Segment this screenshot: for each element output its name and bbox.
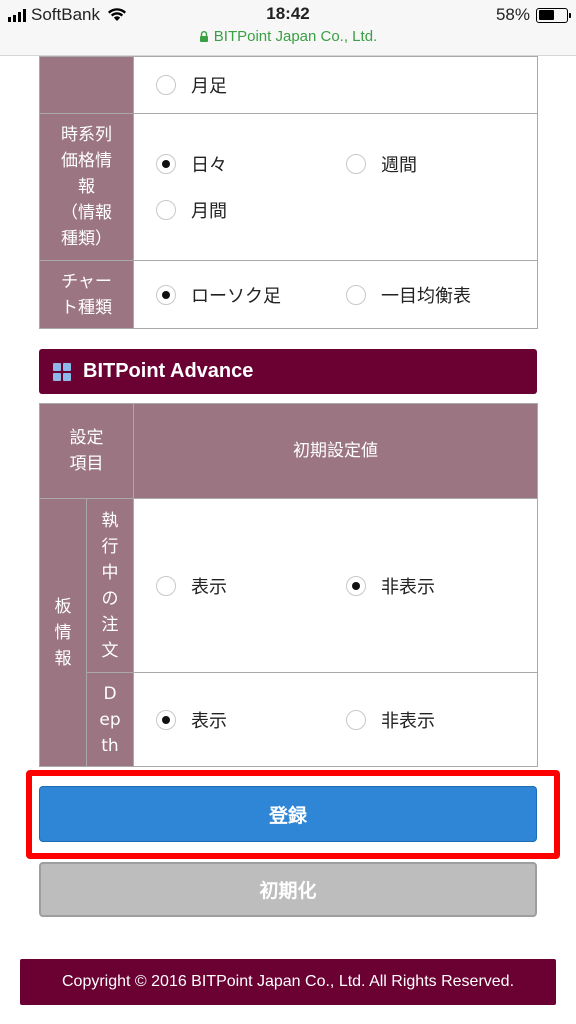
radio-option[interactable]: 非表示 bbox=[346, 563, 536, 609]
column-header-value-label: 初期設定値 bbox=[293, 441, 378, 461]
section-title: BITPoint Advance bbox=[83, 360, 254, 382]
battery-icon bbox=[536, 7, 571, 23]
radio-option[interactable]: 週間 bbox=[346, 141, 536, 187]
url-text: BITPoint Japan Co., Ltd. bbox=[213, 28, 378, 45]
radio-button-selected[interactable] bbox=[156, 284, 176, 305]
radio-label: 表示 bbox=[191, 576, 227, 598]
reset-button[interactable]: 初期化 bbox=[39, 862, 537, 917]
radio-label: 非表示 bbox=[381, 576, 435, 598]
group-header-label: 板 情 報 bbox=[54, 596, 72, 669]
column-header-item-label: 設定 項目 bbox=[69, 428, 104, 474]
column-header-item: 設定 項目 bbox=[39, 403, 134, 499]
radio-group: ローソク足 一目均衡表 bbox=[134, 272, 537, 318]
lock-icon bbox=[199, 31, 208, 42]
table-row: 板 情 報 執 行 中 の 注 文 表示 非表示 bbox=[39, 498, 538, 767]
row-header-label: 執 行 中 の 注 文 bbox=[101, 510, 119, 661]
row-header: 時系列 価格情 報 （情報 種類） bbox=[39, 113, 134, 261]
radio-label: 週間 bbox=[381, 155, 417, 176]
radio-label: ローソク足 bbox=[191, 285, 281, 307]
table-row: 月足 bbox=[39, 56, 538, 114]
radio-button[interactable] bbox=[156, 200, 176, 220]
radio-button-selected[interactable] bbox=[346, 575, 366, 596]
grid-icon bbox=[53, 362, 71, 381]
radio-option[interactable]: 一目均衡表 bbox=[346, 272, 536, 318]
battery-fill bbox=[538, 10, 555, 20]
radio-group: 表示 非表示 bbox=[134, 563, 537, 609]
register-button-label: 登録 bbox=[268, 804, 307, 827]
address-bar[interactable]: BITPoint Japan Co., Ltd. bbox=[0, 28, 576, 45]
row-options: 表示 非表示 bbox=[133, 498, 538, 673]
row-header-label: 時系列 価格情 報 （情報 種類） bbox=[61, 125, 112, 249]
radio-label: 月間 bbox=[191, 201, 227, 222]
row-header: 執 行 中 の 注 文 bbox=[86, 498, 134, 673]
clock: 18:42 bbox=[266, 4, 310, 23]
footer: Copyright © 2016 BITPoint Japan Co., Ltd… bbox=[20, 959, 556, 1005]
radio-group: 日々 週間 月間 bbox=[134, 141, 537, 233]
radio-button[interactable] bbox=[346, 709, 366, 730]
table-row: D ep th 表示 非表示 bbox=[40, 672, 538, 767]
radio-button[interactable] bbox=[346, 154, 366, 174]
reset-button-label: 初期化 bbox=[259, 880, 317, 902]
row-header: チャー ト種類 bbox=[39, 260, 134, 329]
radio-option[interactable]: 非表示 bbox=[346, 697, 536, 743]
table-header-row: 設定 項目 初期設定値 bbox=[39, 403, 538, 499]
status-bar: SoftBank 18:42 58% BITPoint Japan Co., L… bbox=[0, 0, 576, 56]
row-options: 月足 bbox=[133, 56, 538, 114]
table-row: チャー ト種類 ローソク足 一目均衡表 bbox=[39, 260, 538, 329]
radio-option[interactable]: 表示 bbox=[156, 563, 346, 609]
register-button[interactable]: 登録 bbox=[39, 786, 537, 842]
row-options: 表示 非表示 bbox=[133, 672, 538, 767]
radio-label: 月足 bbox=[191, 76, 227, 97]
column-header-value: 初期設定値 bbox=[133, 403, 538, 499]
radio-label: 日々 bbox=[191, 155, 227, 176]
radio-option[interactable]: 日々 bbox=[156, 141, 346, 187]
row-header bbox=[39, 56, 134, 114]
radio-button-selected[interactable] bbox=[156, 154, 176, 174]
battery-percent: 58% bbox=[495, 5, 530, 24]
radio-button[interactable] bbox=[346, 284, 366, 305]
advance-settings-table: 設定 項目 初期設定値 板 情 報 執 行 中 の 注 文 表示 非表示 D e… bbox=[39, 403, 538, 767]
radio-label: 非表示 bbox=[381, 710, 435, 732]
radio-label: 一目均衡表 bbox=[381, 285, 471, 307]
row-header-label: D ep th bbox=[99, 683, 121, 756]
radio-label: 表示 bbox=[191, 710, 227, 732]
status-right: 58% bbox=[495, 5, 571, 25]
table-row: 時系列 価格情 報 （情報 種類） 日々 週間 月間 bbox=[39, 113, 538, 261]
radio-option[interactable]: 月足 bbox=[156, 62, 346, 108]
radio-group: 月足 bbox=[134, 62, 537, 108]
radio-option[interactable]: ローソク足 bbox=[156, 272, 346, 318]
row-options: 日々 週間 月間 bbox=[133, 113, 538, 261]
row-header: D ep th bbox=[86, 672, 134, 767]
copyright-text: Copyright © 2016 BITPoint Japan Co., Ltd… bbox=[61, 973, 515, 990]
chart-settings-table: 月足 時系列 価格情 報 （情報 種類） 日々 週間 月間 チャー ト種類 ロー… bbox=[39, 56, 538, 329]
radio-group: 表示 非表示 bbox=[134, 697, 537, 743]
radio-button[interactable] bbox=[156, 75, 176, 95]
section-header: BITPoint Advance bbox=[39, 349, 537, 394]
row-header-label: チャー ト種類 bbox=[61, 271, 112, 318]
radio-option[interactable]: 月間 bbox=[156, 187, 346, 233]
radio-option[interactable]: 表示 bbox=[156, 697, 346, 743]
radio-button-selected[interactable] bbox=[156, 709, 176, 730]
group-header: 板 情 報 bbox=[39, 498, 87, 767]
row-options: ローソク足 一目均衡表 bbox=[133, 260, 538, 329]
radio-button[interactable] bbox=[156, 575, 176, 596]
